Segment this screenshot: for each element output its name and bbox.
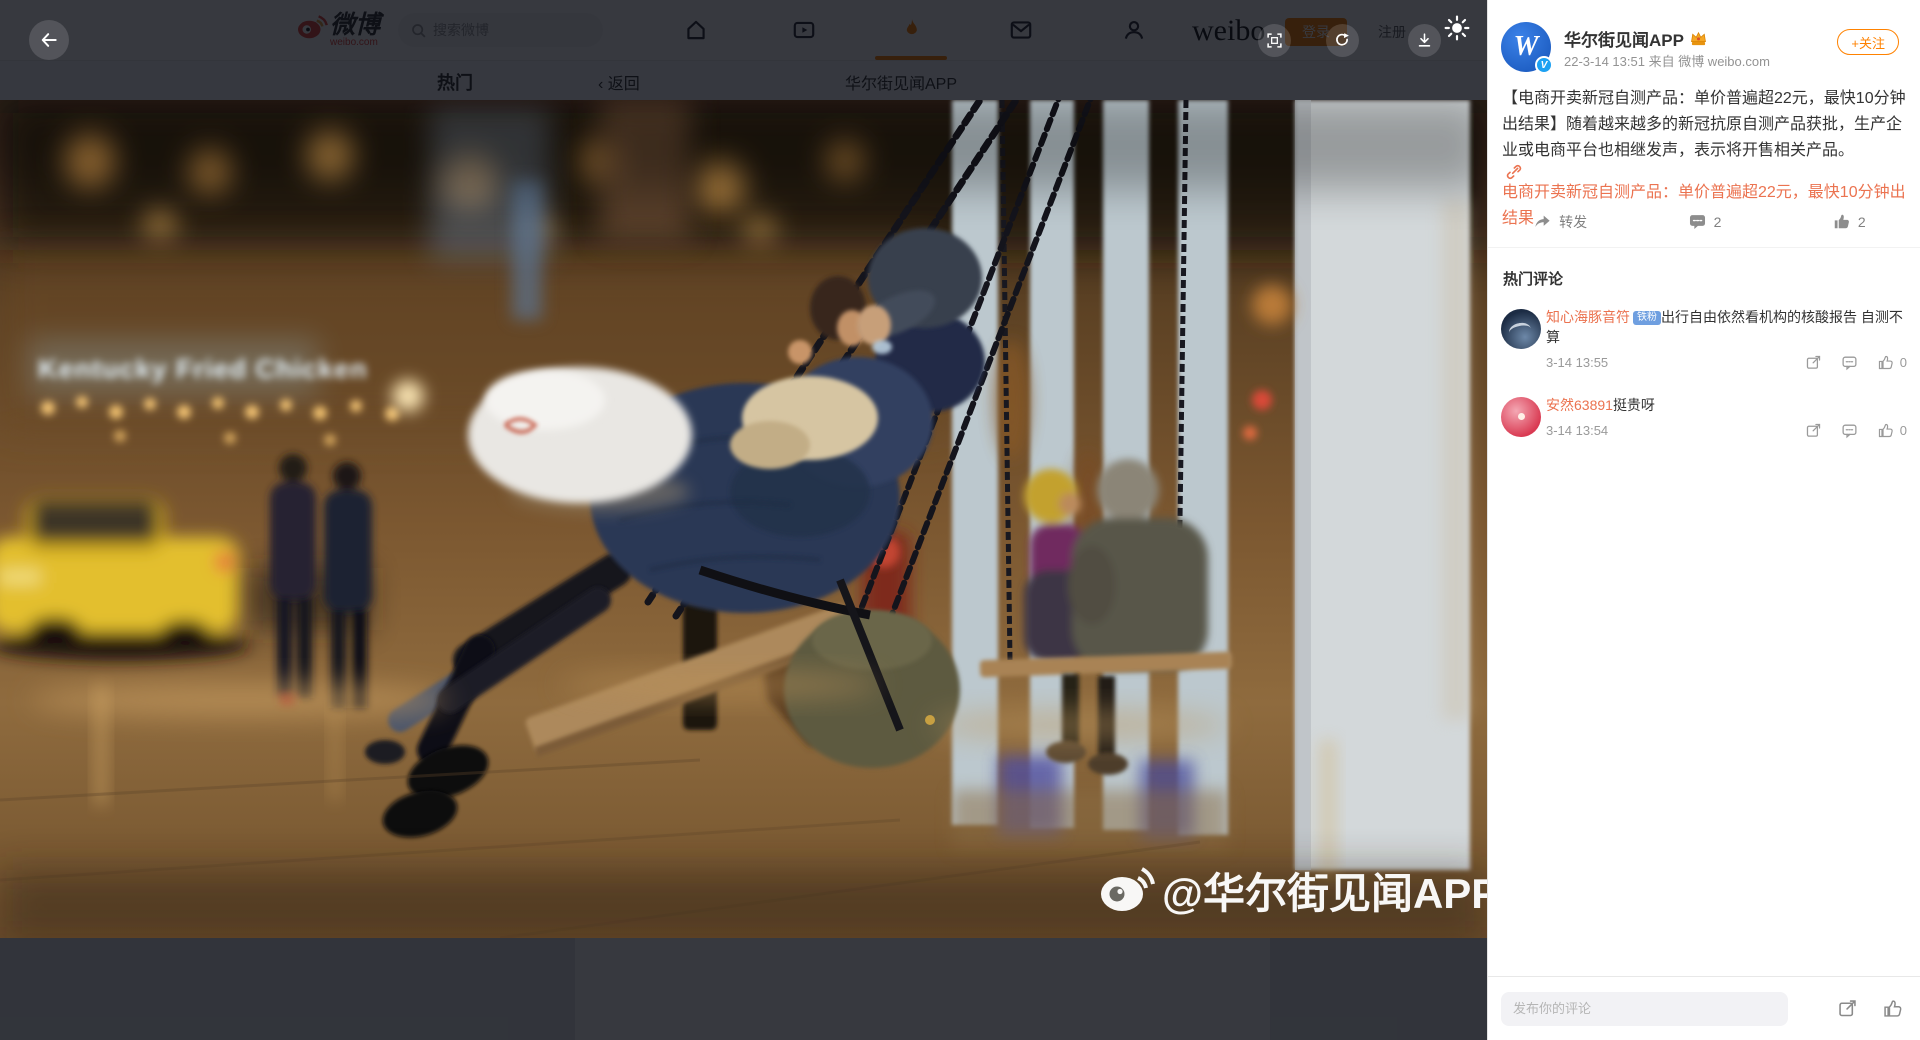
- photo-scene: Kentucky Fried Chicken: [0, 100, 1487, 938]
- weibo-image-viewer: 微博 weibo.com 搜索微博: [0, 0, 1920, 1040]
- post-meta: 22-3-14 13:51 来自 微博 weibo.com: [1564, 51, 1770, 70]
- fullsize-crop-icon: [1266, 32, 1283, 49]
- viewer-back-button[interactable]: [29, 20, 69, 60]
- thumbs-up-icon: [1832, 212, 1851, 231]
- viewer-download-button[interactable]: [1408, 24, 1441, 57]
- rotate-icon: [1334, 32, 1351, 49]
- comment-share-icon[interactable]: [1805, 422, 1822, 439]
- comment-meta-row: 3-14 13:55 0: [1546, 354, 1907, 371]
- comment-button[interactable]: 2: [1632, 212, 1776, 231]
- comment-like-count: 0: [1900, 423, 1907, 438]
- comments-title: 热门评论: [1503, 268, 1920, 289]
- follow-button[interactable]: +关注: [1837, 29, 1899, 55]
- comment-meta-row: 3-14 13:54 0: [1546, 422, 1907, 439]
- post-source: 来自 微博 weibo.com: [1649, 54, 1770, 69]
- vip-crown-icon: [1689, 30, 1708, 47]
- verified-badge: V: [1535, 56, 1553, 74]
- post-detail-panel: W V 华尔街见闻APP 22-3-14 13:51 来自 微博 weibo.c…: [1487, 0, 1920, 1040]
- link-icon: [1506, 164, 1522, 180]
- comment-item: 安然63891挺贵呀 3-14 13:54 0: [1488, 381, 1920, 449]
- comment-like-icon[interactable]: [1877, 354, 1894, 371]
- comment-item: 知心海豚音符铁粉出行自由依然看机构的核酸报告 自测不算 3-14 13:55 0: [1488, 293, 1920, 381]
- comment-input[interactable]: [1501, 992, 1788, 1026]
- comment-composer-bar: [1488, 976, 1920, 1040]
- brightness-sun-icon[interactable]: [1444, 15, 1470, 41]
- post-time: 22-3-14 13:51: [1564, 54, 1645, 69]
- comment-share-icon[interactable]: [1805, 354, 1822, 371]
- comment-like-icon[interactable]: [1877, 422, 1894, 439]
- avatar-monogram: W: [1514, 31, 1539, 63]
- repost-arrow-icon: [1533, 212, 1552, 231]
- comment-reply-icon[interactable]: [1841, 422, 1858, 439]
- composer-like-icon[interactable]: [1882, 998, 1903, 1019]
- post-action-bar: 转发 2 2: [1488, 196, 1920, 248]
- photo-watermark-text: @华尔街见闻APP: [1162, 870, 1487, 917]
- photo-neon-sign-text: Kentucky Fried Chicken: [38, 354, 368, 384]
- comments-section: 热门评论 知心海豚音符铁粉出行自由依然看机构的核酸报告 自测不算 3-14 13…: [1488, 249, 1920, 449]
- composer-share-icon[interactable]: [1837, 998, 1858, 1019]
- viewer-fullsize-button[interactable]: [1258, 24, 1291, 57]
- comment-time: 3-14 13:55: [1546, 355, 1608, 370]
- photo: Kentucky Fried Chicken: [0, 100, 1487, 938]
- comment-text-line: 安然63891挺贵呀: [1546, 395, 1907, 415]
- comment-bubble-icon: [1688, 212, 1707, 231]
- commenter-name[interactable]: 安然63891: [1546, 397, 1613, 413]
- comment-reply-icon[interactable]: [1841, 354, 1858, 371]
- repost-button[interactable]: 转发: [1488, 212, 1632, 232]
- comment-text-line: 知心海豚音符铁粉出行自由依然看机构的核酸报告 自测不算: [1546, 307, 1907, 347]
- commenter-name[interactable]: 知心海豚音符: [1546, 309, 1630, 325]
- like-button[interactable]: 2: [1777, 212, 1920, 231]
- back-arrow-icon: [39, 30, 59, 50]
- commenter-avatar[interactable]: [1501, 309, 1541, 349]
- commenter-avatar[interactable]: [1501, 397, 1541, 437]
- author-name[interactable]: 华尔街见闻APP: [1564, 26, 1708, 51]
- fan-badge: 铁粉: [1633, 311, 1661, 325]
- comment-time: 3-14 13:54: [1546, 423, 1608, 438]
- download-icon: [1416, 32, 1433, 49]
- comment-like-count: 0: [1900, 355, 1907, 370]
- viewer-rotate-button[interactable]: [1326, 24, 1359, 57]
- comment-text: 挺贵呀: [1613, 397, 1655, 413]
